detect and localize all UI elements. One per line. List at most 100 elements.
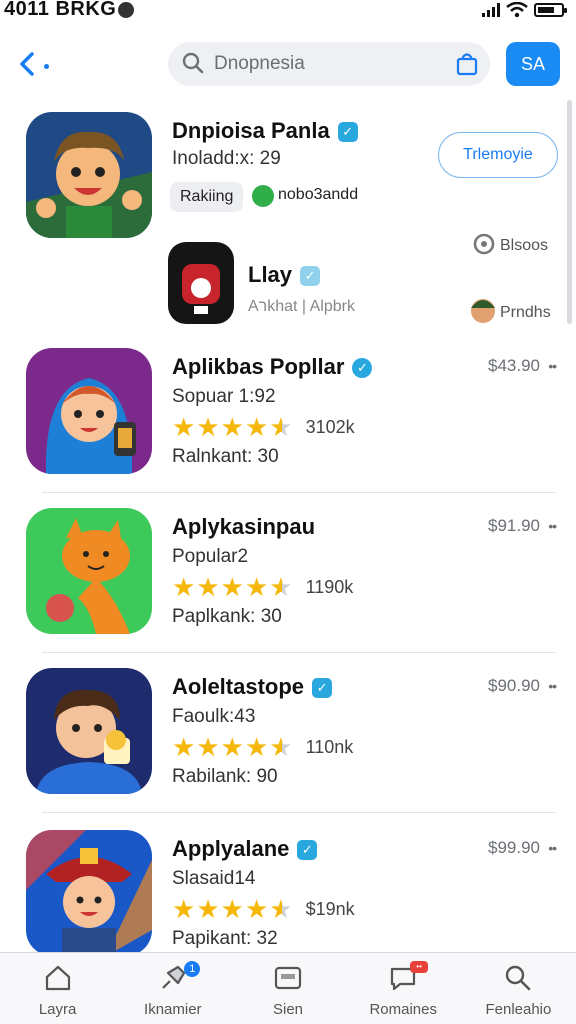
notification-dot-icon [118, 2, 134, 18]
star-icon: ★ [220, 412, 244, 442]
firefighter-boy-icon [26, 830, 152, 956]
star-icon: ★ [172, 894, 196, 924]
rating-count: 110nk [305, 736, 354, 757]
star-icon: ★ [172, 572, 196, 602]
hooded-girl-icon [26, 348, 152, 474]
get-button[interactable]: Trlemoyie [438, 132, 558, 178]
more-options-icon[interactable]: •• [548, 358, 557, 374]
app-rank: Rabilank: 90 [172, 766, 278, 787]
more-options-icon[interactable]: •• [548, 840, 557, 856]
verified-badge-icon: ✓ [352, 358, 373, 378]
star-icon: ★ [244, 412, 269, 442]
rating-count: $19nk [305, 898, 355, 919]
app-subtitle: Faoulk:43 [172, 706, 256, 727]
star-icon: ★ [244, 894, 269, 924]
star-icon: ★ [220, 572, 244, 602]
tab-label: Layra [38, 1001, 77, 1018]
app-rank: Papikant: 32 [172, 928, 278, 949]
price-label[interactable]: $90.90 [488, 676, 540, 696]
search-icon [506, 965, 531, 991]
back-dot [44, 64, 49, 69]
featured-title: Dnpioisa Panla ✓ [172, 118, 358, 144]
tag-label: nobo3andd [278, 186, 359, 203]
orange-cat-icon [26, 508, 152, 634]
tab-badge: •• [410, 961, 429, 973]
search-input[interactable]: Dnopnesia [168, 42, 490, 86]
divider [42, 652, 556, 653]
cartoon-boy-icon [26, 112, 152, 238]
refresh-icon [473, 233, 495, 255]
mini-badge-icon: ✓ [300, 266, 321, 286]
account-button[interactable]: SA [506, 42, 560, 86]
star-icon: ★ [244, 732, 269, 762]
scrollbar[interactable] [567, 100, 572, 324]
status-indicators [482, 2, 567, 18]
side-link-2[interactable]: Prndhs [470, 296, 551, 324]
tab-iknamier[interactable]: 1 Iknamier [115, 953, 230, 1024]
bear-mask-icon [168, 242, 234, 324]
chevron-left-icon [20, 52, 34, 76]
app-subtitle: Popular2 [172, 546, 249, 567]
more-options-icon[interactable]: •• [548, 678, 557, 694]
star-icon: ★ [196, 412, 220, 442]
app-title: Applyalane ✓ [172, 836, 318, 862]
tab-fenleahio[interactable]: Fenleahio [461, 953, 576, 1024]
app-subtitle: Slasaid14 [172, 868, 256, 889]
wifi-icon [506, 2, 528, 18]
app-title: Aplikbas Popllar ✓ [172, 354, 373, 380]
search-icon [182, 52, 204, 74]
tab-label: Sien [272, 1001, 304, 1018]
status-bar: 4011 BRKG [0, 0, 576, 24]
app-rank: Ralnkant: 30 [172, 446, 279, 467]
star-icon: ★ [196, 894, 220, 924]
shopping-bag-icon[interactable] [456, 52, 478, 76]
verified-badge-icon: ✓ [337, 122, 358, 142]
star-icon: ★ [172, 732, 196, 762]
divider [42, 492, 556, 493]
star-icon: ★ [269, 572, 293, 602]
mini-subtitle: Aרkhat | Alpbrk [248, 298, 355, 315]
star-icon: ★ [269, 732, 293, 762]
star-icon: ★ [196, 732, 220, 762]
signal-icon [482, 3, 500, 17]
price-label[interactable]: $43.90 [488, 356, 540, 376]
search-placeholder: Dnopnesia [214, 53, 305, 74]
tab-badge: 1 [184, 961, 201, 977]
verified-badge-icon: ✓ [297, 840, 318, 860]
star-icon: ★ [196, 572, 220, 602]
app-subtitle: Sopuar 1:92 [172, 386, 276, 407]
star-icon: ★ [244, 572, 269, 602]
verified-badge-icon: ✓ [312, 678, 333, 698]
ranking-pill[interactable]: Rakiing [170, 182, 244, 212]
tab-layra[interactable]: Layra [0, 953, 115, 1024]
rocket-icon [162, 965, 185, 989]
star-icon: ★ [269, 412, 293, 442]
star-icon: ★ [269, 894, 293, 924]
price-label[interactable]: $91.90 [488, 516, 540, 536]
tag-badge-icon [252, 185, 274, 207]
tab-romaines[interactable]: •• Romaines [346, 953, 461, 1024]
app-rank: Paplkank: 30 [172, 606, 282, 627]
rating-count: 3102k [305, 416, 355, 437]
app-title: Aplykasinpau [172, 514, 316, 539]
star-icon: ★ [220, 732, 244, 762]
tab-sien[interactable]: Sien [230, 953, 345, 1024]
battery-icon [534, 3, 567, 17]
app-title: Aoleltastope ✓ [172, 674, 333, 700]
rating-count: 1190k [305, 576, 354, 597]
divider [42, 812, 556, 813]
header: Dnopnesia SA [0, 40, 576, 88]
avatar-icon [471, 299, 495, 323]
boy-with-drink-icon [26, 668, 152, 794]
rating-stars: ★ ★ ★ ★ ★ $19nk [172, 896, 355, 922]
star-icon: ★ [172, 412, 196, 442]
tab-label: Romaines [369, 1001, 437, 1018]
home-icon [45, 965, 70, 991]
tab-label: Fenleahio [485, 1001, 552, 1018]
more-options-icon[interactable]: •• [548, 518, 557, 534]
card-icon [274, 966, 302, 990]
status-time: 4011 BRKG [4, 0, 117, 20]
side-link-1[interactable]: Blsoos [472, 232, 548, 256]
price-label[interactable]: $99.90 [488, 838, 540, 858]
rating-stars: ★ ★ ★ ★ ★ 3102k [172, 414, 355, 440]
